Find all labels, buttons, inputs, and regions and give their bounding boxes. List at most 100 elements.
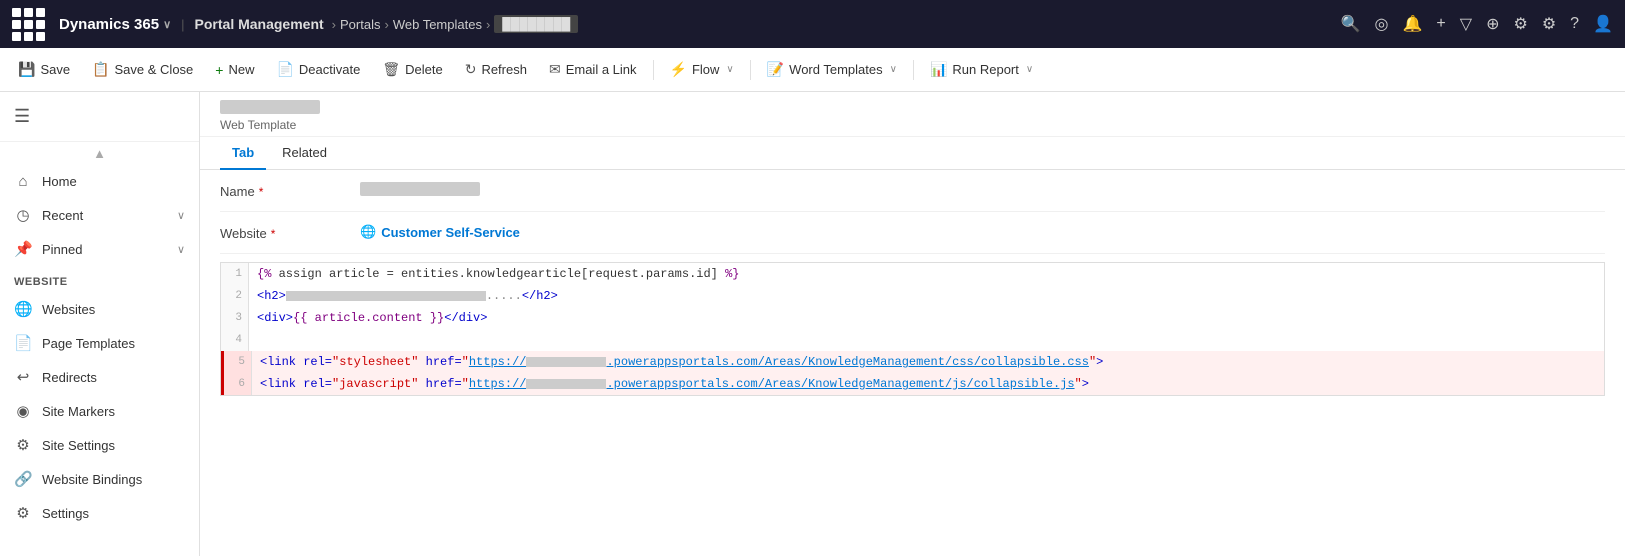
- sidebar-item-pinned[interactable]: 📌 Pinned ∨: [0, 232, 199, 266]
- sidebar-item-redirects[interactable]: ↩ Redirects: [0, 360, 199, 394]
- code-line-2: 2 <h2>.....</h2>: [221, 285, 1604, 307]
- deactivate-icon: 📄: [276, 61, 293, 78]
- save-label: Save: [40, 62, 70, 77]
- website-label-text: Website: [220, 226, 267, 241]
- main-layout: ☰ ▲ ⌂ Home ◷ Recent ∨ 📌 Pinned ∨ Website…: [0, 92, 1625, 556]
- dynamics-brand-text: Dynamics 365: [59, 16, 159, 33]
- line-content-5: <link rel="stylesheet" href="https://.po…: [252, 351, 1111, 373]
- tab-related[interactable]: Related: [270, 137, 339, 170]
- email-link-label: Email a Link: [566, 62, 637, 77]
- tab-tab[interactable]: Tab: [220, 137, 266, 170]
- top-navigation: Dynamics 365 ∨ | Portal Management › Por…: [0, 0, 1625, 48]
- sidebar-item-websites[interactable]: 🌐 Websites: [0, 292, 199, 326]
- field-name: Name *: [220, 170, 1605, 212]
- breadcrumb-sep3: ›: [486, 17, 490, 32]
- code-editor[interactable]: 1 {% assign article = entities.knowledge…: [220, 262, 1605, 396]
- extensions-icon[interactable]: ⚙: [1542, 14, 1556, 34]
- website-field-value: 🌐 Customer Self-Service: [360, 224, 1605, 240]
- line-content-6: <link rel="javascript" href="https://.po…: [252, 373, 1097, 395]
- circle-add-icon[interactable]: ⊕: [1486, 14, 1499, 34]
- email-link-button[interactable]: ✉ Email a Link: [539, 56, 647, 83]
- cmd-divider-1: [653, 60, 654, 80]
- websites-icon: 🌐: [14, 300, 32, 318]
- page-templates-icon: 📄: [14, 334, 32, 352]
- sidebar-item-home[interactable]: ⌂ Home: [0, 165, 199, 198]
- sidebar-site-markers-label: Site Markers: [42, 404, 115, 419]
- breadcrumb-portals[interactable]: Portals: [340, 17, 380, 32]
- sidebar-item-site-settings[interactable]: ⚙ Site Settings: [0, 428, 199, 462]
- line-num-1: 1: [221, 263, 249, 285]
- word-templates-chevron-icon: ∨: [890, 64, 897, 75]
- flow-button[interactable]: ⚡ Flow ∨: [660, 56, 744, 83]
- word-templates-label: Word Templates: [789, 62, 882, 77]
- website-required-indicator: *: [271, 227, 276, 241]
- save-close-button[interactable]: 📋 Save & Close: [82, 56, 203, 83]
- target-icon[interactable]: ◎: [1375, 14, 1389, 34]
- sidebar-item-page-templates[interactable]: 📄 Page Templates: [0, 326, 199, 360]
- help-icon[interactable]: ?: [1570, 15, 1579, 33]
- sidebar-item-website-bindings[interactable]: 🔗 Website Bindings: [0, 462, 199, 496]
- search-icon[interactable]: 🔍: [1341, 14, 1361, 34]
- word-templates-button[interactable]: 📝 Word Templates ∨: [757, 56, 907, 83]
- pinned-chevron-icon: ∨: [177, 243, 185, 256]
- sidebar: ☰ ▲ ⌂ Home ◷ Recent ∨ 📌 Pinned ∨ Website…: [0, 92, 200, 556]
- notification-icon[interactable]: 🔔: [1403, 14, 1423, 34]
- nav-separator: |: [181, 17, 184, 32]
- word-templates-icon: 📝: [767, 61, 784, 78]
- website-field-label: Website *: [220, 224, 340, 241]
- breadcrumb-sep1: ›: [332, 17, 336, 32]
- save-icon: 💾: [18, 61, 35, 78]
- sidebar-menu-toggle[interactable]: ☰: [4, 100, 195, 133]
- delete-label: Delete: [405, 62, 443, 77]
- new-label: New: [228, 62, 254, 77]
- user-icon[interactable]: 👤: [1593, 14, 1613, 34]
- sidebar-top: ☰: [0, 92, 199, 142]
- name-label-text: Name: [220, 184, 255, 199]
- line-content-1: {% assign article = entities.knowledgear…: [249, 263, 748, 285]
- email-icon: ✉: [549, 61, 561, 78]
- form-tabs: Tab Related: [200, 137, 1625, 170]
- redirects-icon: ↩: [14, 368, 32, 386]
- settings-sidebar-icon: ⚙: [14, 504, 32, 522]
- code-line-1: 1 {% assign article = entities.knowledge…: [221, 263, 1604, 285]
- home-icon: ⌂: [14, 173, 32, 190]
- sidebar-item-site-markers[interactable]: ◉ Site Markers: [0, 394, 199, 428]
- sidebar-websites-label: Websites: [42, 302, 95, 317]
- name-field-value[interactable]: [360, 182, 1605, 196]
- code-line-4: 4: [221, 329, 1604, 351]
- recent-chevron-icon: ∨: [177, 209, 185, 222]
- run-report-button[interactable]: 📊 Run Report ∨: [920, 56, 1043, 83]
- save-button[interactable]: 💾 Save: [8, 56, 80, 83]
- line-num-2: 2: [221, 285, 249, 307]
- field-website: Website * 🌐 Customer Self-Service: [220, 212, 1605, 254]
- delete-button[interactable]: 🗑 Delete: [372, 56, 452, 83]
- name-value-blurred: [360, 182, 480, 196]
- line-content-3: <div>{{ article.content }}</div>: [249, 307, 495, 329]
- save-close-label: Save & Close: [115, 62, 194, 77]
- breadcrumb-current: ████████: [494, 15, 578, 33]
- add-icon[interactable]: +: [1436, 15, 1445, 33]
- sidebar-item-recent[interactable]: ◷ Recent ∨: [0, 198, 199, 232]
- settings-icon[interactable]: ⚙: [1513, 14, 1527, 34]
- app-name-text: Portal Management: [195, 16, 324, 32]
- new-button[interactable]: + New: [205, 57, 264, 83]
- flow-icon: ⚡: [670, 61, 687, 78]
- apps-grid-icon[interactable]: [12, 8, 45, 41]
- breadcrumb-web-templates[interactable]: Web Templates: [393, 17, 482, 32]
- site-settings-icon: ⚙: [14, 436, 32, 454]
- filter-icon[interactable]: ▽: [1460, 14, 1472, 34]
- save-close-icon: 📋: [92, 61, 109, 78]
- sidebar-pinned-label: Pinned: [42, 242, 82, 257]
- sidebar-section-website: Website: [0, 266, 199, 292]
- new-icon: +: [215, 62, 223, 78]
- brand-name[interactable]: Dynamics 365 ∨: [59, 16, 171, 33]
- code-line-6: 6 <link rel="javascript" href="https://.…: [221, 373, 1604, 395]
- customer-self-service-link[interactable]: 🌐 Customer Self-Service: [360, 224, 1605, 240]
- refresh-button[interactable]: ↻ Refresh: [455, 56, 537, 83]
- sidebar-redirects-label: Redirects: [42, 370, 97, 385]
- record-header: Web Template: [200, 92, 1625, 137]
- form-body: Name * Website * 🌐 Customer Self-Service: [200, 170, 1625, 556]
- deactivate-button[interactable]: 📄 Deactivate: [266, 56, 370, 83]
- brand-chevron-icon: ∨: [163, 18, 171, 31]
- sidebar-item-settings[interactable]: ⚙ Settings: [0, 496, 199, 530]
